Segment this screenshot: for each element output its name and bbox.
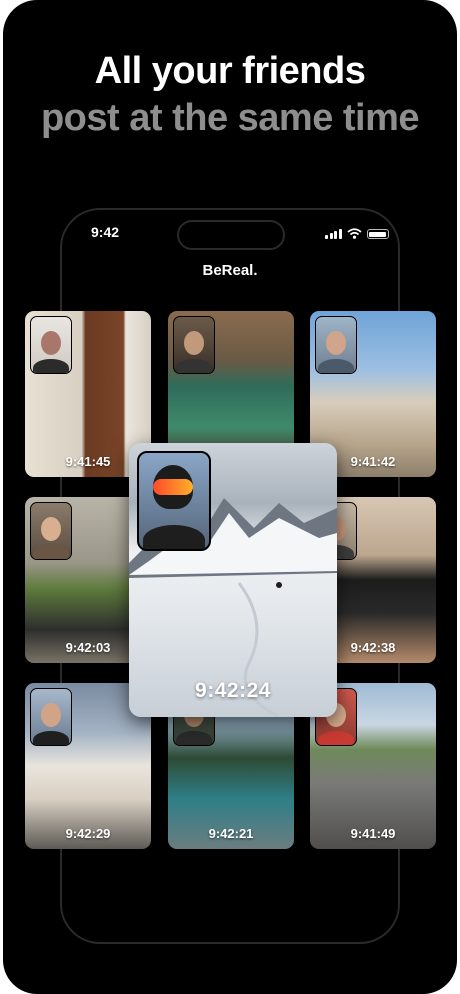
front-camera-thumbnail — [30, 502, 72, 560]
status-icons — [325, 227, 389, 239]
status-time: 9:42 — [91, 224, 120, 240]
front-camera-thumbnail — [30, 688, 72, 746]
post-time: 9:41:49 — [350, 826, 396, 841]
cellular-signal-icon — [325, 228, 342, 239]
featured-post[interactable]: 9:42:24 — [129, 443, 337, 717]
dynamic-island — [177, 220, 285, 250]
front-camera-thumbnail — [315, 316, 357, 374]
wifi-icon — [346, 228, 362, 239]
post-time: 9:42:21 — [208, 826, 254, 841]
battery-icon — [366, 229, 389, 239]
post-time: 9:42:24 — [195, 679, 271, 702]
promo-card: All your friends post at the same time 9… — [3, 0, 457, 994]
headline-secondary: post at the same time — [40, 97, 420, 139]
front-camera-thumbnail — [173, 316, 215, 374]
front-camera-thumbnail — [30, 316, 72, 374]
app-logo-title: BeReal. — [202, 262, 258, 279]
post-time: 9:42:29 — [65, 826, 111, 841]
headline-primary: All your friends — [94, 50, 366, 92]
front-camera-thumbnail — [137, 451, 211, 551]
